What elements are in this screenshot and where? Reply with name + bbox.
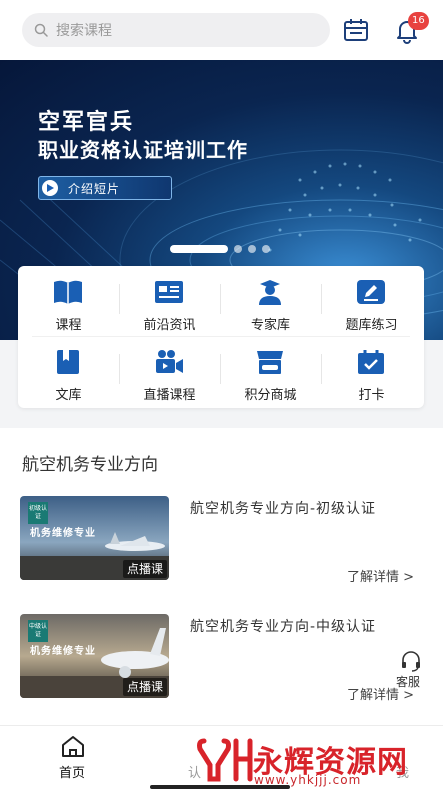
course-card[interactable]: 中级认证 机务维修专业 点播课 航空机务专业方向-中级认证 了解详情 > [0, 614, 443, 703]
banner-title-line2: 职业资格认证培训工作 [38, 138, 248, 162]
menu-item-live[interactable]: 直播课程 [119, 336, 220, 403]
carousel-indicator [170, 245, 270, 253]
library-icon [57, 350, 79, 374]
shop-icon [257, 351, 283, 374]
carousel-dot[interactable] [170, 245, 228, 253]
menu-label: 积分商城 [244, 388, 297, 403]
calendar-icon[interactable] [342, 16, 370, 44]
customer-service-button[interactable]: 客服 [384, 645, 436, 691]
course-type-label: 点播课 [122, 560, 167, 578]
level-tag: 初级认证 [28, 502, 48, 524]
thumbnail-caption: 机务维修专业 [30, 646, 96, 657]
search-placeholder: 搜索课程 [56, 23, 112, 39]
menu-label: 专家库 [250, 318, 290, 333]
course-type-label: 点播课 [122, 678, 167, 696]
menu-label: 直播课程 [143, 388, 196, 403]
menu-label: 题库练习 [345, 318, 398, 333]
home-icon [62, 736, 84, 757]
details-link[interactable]: 了解详情 > [347, 566, 414, 585]
carousel-dot[interactable] [262, 245, 270, 253]
course-thumbnail[interactable]: 初级认证 机务维修专业 点播课 [20, 496, 169, 580]
customer-service-label: 客服 [396, 675, 421, 689]
book-icon [54, 280, 82, 304]
top-bar: 搜索课程 16 [0, 0, 443, 60]
menu-label: 打卡 [358, 388, 385, 403]
news-icon [155, 281, 183, 303]
feature-menu: 课程 前沿资讯 专家库 题库练习 文库 直播课程 积分商城 打卡 [18, 266, 424, 408]
course-name[interactable]: 航空机务专业方向-初级认证 [190, 498, 376, 518]
headset-icon [402, 651, 420, 672]
notification-badge: 16 [408, 12, 429, 30]
menu-label: 前沿资讯 [143, 318, 196, 333]
menu-item-points-mall[interactable]: 积分商城 [220, 336, 321, 403]
carousel-dot[interactable] [234, 245, 242, 253]
thumbnail-caption: 机务维修专业 [30, 528, 96, 539]
menu-item-practice[interactable]: 题库练习 [321, 266, 422, 333]
menu-item-checkin[interactable]: 打卡 [321, 336, 422, 403]
section-title: 航空机务专业方向 [22, 455, 158, 475]
search-input[interactable]: 搜索课程 [22, 13, 330, 47]
intro-video-label: 介绍短片 [68, 181, 121, 196]
expert-icon [259, 280, 281, 305]
menu-item-library[interactable]: 文库 [18, 336, 119, 403]
course-card[interactable]: 初级认证 机务维修专业 点播课 航空机务专业方向-初级认证 了解详情 > [0, 496, 443, 585]
course-name[interactable]: 航空机务专业方向-中级认证 [190, 616, 376, 636]
intro-video-button[interactable]: 介绍短片 [38, 176, 172, 200]
menu-label: 课程 [55, 318, 82, 333]
level-tag: 中级认证 [28, 620, 48, 642]
home-indicator [150, 785, 290, 789]
menu-item-experts[interactable]: 专家库 [220, 266, 321, 333]
live-video-icon [156, 350, 183, 373]
edit-icon [357, 280, 385, 304]
carousel-dot[interactable] [248, 245, 256, 253]
play-icon [42, 180, 58, 196]
tab-home[interactable]: 首页 [45, 726, 101, 786]
tab-label: 首页 [59, 766, 86, 781]
menu-label: 文库 [55, 388, 82, 403]
menu-item-courses[interactable]: 课程 [18, 266, 119, 333]
course-section: 航空机务专业方向 初级认证 机务维修专业 点播课 航空机务专业方向-初级认证 了… [0, 428, 443, 728]
course-thumbnail[interactable]: 中级认证 机务维修专业 点播课 [20, 614, 169, 698]
checkin-icon [358, 350, 384, 374]
menu-item-news[interactable]: 前沿资讯 [119, 266, 220, 333]
banner-title-line1: 空军官兵 [38, 110, 135, 135]
search-icon [34, 23, 48, 37]
